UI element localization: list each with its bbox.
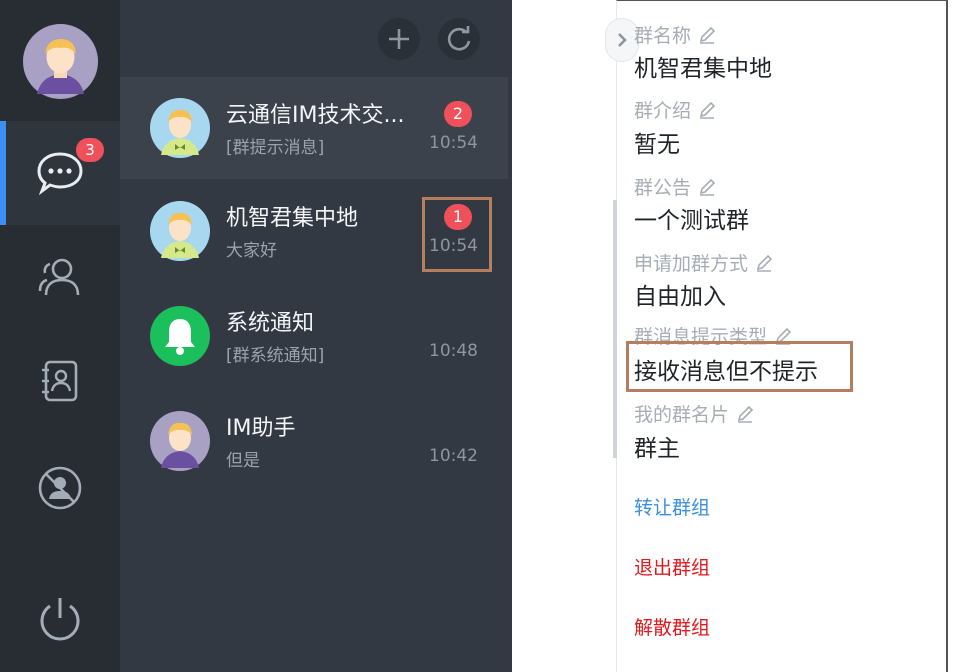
unread-count-badge: 2	[444, 101, 472, 127]
my-avatar[interactable]	[23, 24, 98, 99]
group-name-label: 群名称	[634, 21, 717, 48]
edit-pencil-icon[interactable]	[735, 404, 755, 424]
scrollbar[interactable]	[613, 200, 617, 458]
bell-icon	[150, 306, 210, 366]
conversation-avatar	[150, 98, 210, 158]
conversation-avatar	[150, 201, 210, 261]
field-label-text: 申请加群方式	[634, 253, 749, 275]
quit-group-link[interactable]: 退出群组	[634, 553, 710, 580]
add-button[interactable]	[378, 18, 420, 60]
nav-blacklist[interactable]	[0, 436, 120, 540]
group-notice-label: 群公告	[634, 173, 717, 200]
group-intro-label: 群介绍	[634, 96, 717, 123]
highlight-annotation-box	[626, 341, 853, 392]
spacer	[512, 0, 616, 672]
conversation-avatar	[150, 411, 210, 471]
avatar-boy-green-icon	[150, 98, 210, 158]
contacts-icon	[38, 258, 80, 296]
conversation-name: 机智君集中地	[226, 206, 359, 231]
unread-badge: 3	[76, 138, 104, 162]
conversation-name: 系统通知	[226, 311, 315, 336]
my-card-label: 我的群名片	[634, 400, 755, 427]
conversation-time: 10:48	[429, 341, 478, 361]
avatar-boy-purple-icon	[23, 24, 98, 99]
chat-icon	[37, 152, 83, 195]
refresh-button[interactable]	[438, 18, 480, 60]
field-label-text: 群公告	[634, 177, 692, 199]
nav-rail: 3	[0, 0, 120, 672]
nav-logout[interactable]	[0, 566, 120, 670]
avatar-boy-purple-icon	[150, 411, 210, 471]
conversation-item[interactable]: IM助手 但是 10:42	[120, 390, 508, 492]
refresh-icon	[447, 26, 471, 51]
group-name-value: 机智君集中地	[634, 56, 772, 82]
nav-contacts[interactable]	[0, 225, 120, 329]
conversation-item[interactable]: 云通信IM技术交... [群提示消息] 10:54 2	[120, 77, 508, 179]
edit-pencil-icon[interactable]	[697, 100, 717, 120]
group-notice-value: 一个测试群	[634, 208, 749, 234]
blocked-user-icon	[38, 466, 82, 510]
conversation-name: 云通信IM技术交...	[226, 103, 405, 128]
address-book-icon	[42, 360, 78, 402]
dismiss-group-link[interactable]: 解散群组	[634, 613, 710, 640]
conversation-time: 10:54	[429, 133, 478, 153]
chevron-right-icon	[618, 33, 627, 47]
conversation-avatar	[150, 306, 210, 366]
transfer-group-link[interactable]: 转让群组	[634, 493, 710, 520]
conversation-name: IM助手	[226, 416, 296, 441]
conversation-time: 10:42	[429, 446, 478, 466]
conversation-last-message: 但是	[226, 451, 260, 471]
conversation-list: 云通信IM技术交... [群提示消息] 10:54 2 机智君集中地 大家好 1…	[120, 0, 512, 672]
power-icon	[40, 598, 80, 641]
edit-pencil-icon[interactable]	[754, 253, 774, 273]
avatar-boy-green-icon	[150, 201, 210, 261]
group-intro-value: 暂无	[634, 132, 680, 158]
nav-address-book[interactable]	[0, 329, 120, 433]
field-label-text: 群名称	[634, 25, 692, 47]
field-label-text: 群介绍	[634, 100, 692, 122]
field-label-text: 我的群名片	[634, 404, 730, 426]
join-method-label: 申请加群方式	[634, 249, 774, 276]
conversation-last-message: [群提示消息]	[226, 138, 325, 158]
highlight-annotation-box	[422, 197, 492, 272]
my-card-value: 群主	[634, 436, 680, 462]
app-window: 3 云通信IM技术交... [群提示消息] 10:54 2 机智君集中地 大家好…	[0, 0, 958, 672]
conversation-last-message: 大家好	[226, 241, 277, 261]
join-method-value: 自由加入	[634, 284, 726, 310]
conversation-last-message: [群系统通知]	[226, 346, 325, 366]
nav-chat[interactable]	[0, 121, 120, 225]
edit-pencil-icon[interactable]	[697, 177, 717, 197]
plus-icon	[389, 29, 409, 49]
conversation-item[interactable]: 系统通知 [群系统通知] 10:48	[120, 285, 508, 387]
edit-pencil-icon[interactable]	[697, 25, 717, 45]
